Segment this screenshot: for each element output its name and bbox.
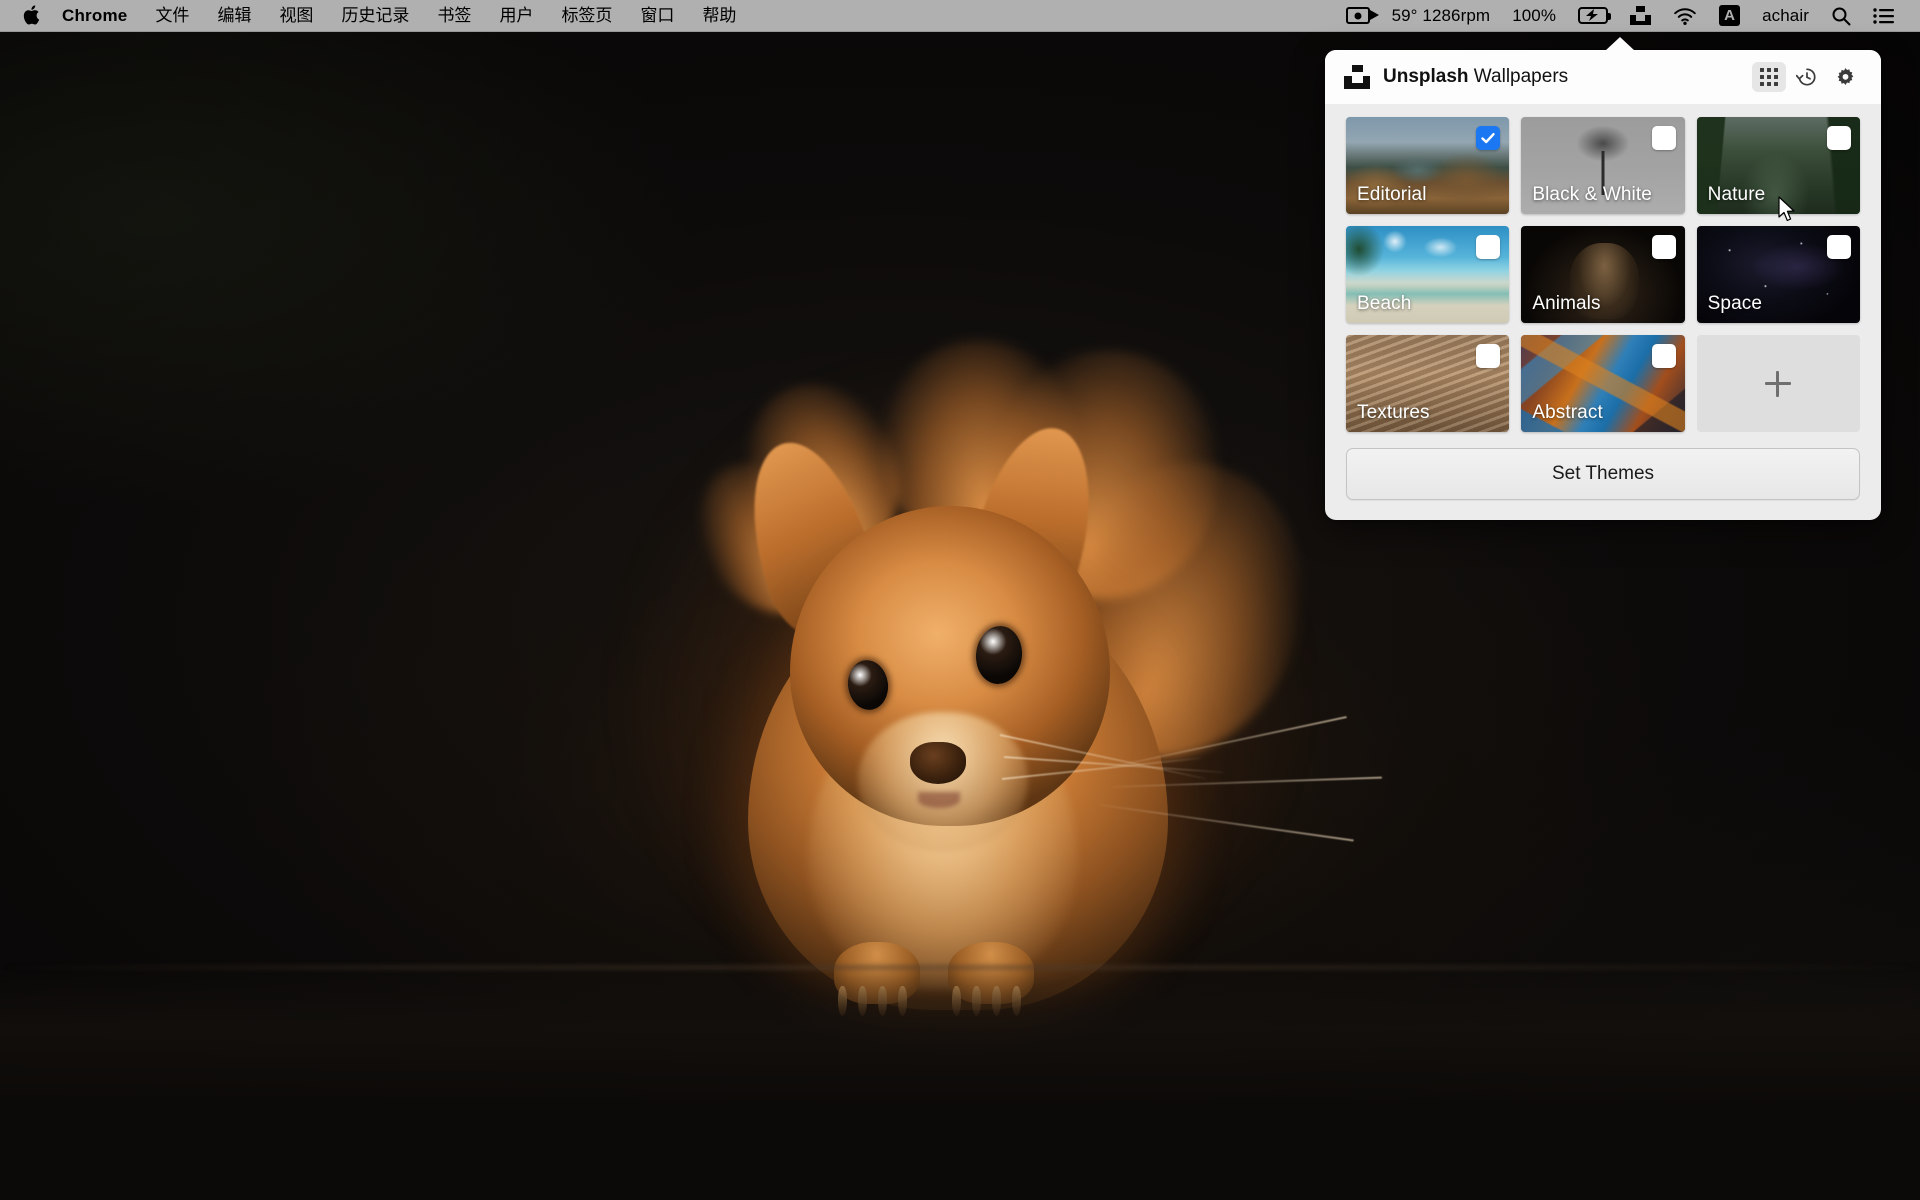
theme-checkbox[interactable] bbox=[1651, 235, 1676, 259]
theme-label: Animals bbox=[1532, 293, 1601, 314]
wallpaper-squirrel bbox=[580, 328, 1382, 1016]
plus-icon bbox=[1765, 370, 1792, 397]
set-themes-button[interactable]: Set Themes bbox=[1346, 448, 1860, 500]
menu-bar-status-items: 59° 1286rpm 100% A achair bbox=[1335, 4, 1906, 28]
search-icon[interactable] bbox=[1820, 4, 1862, 28]
theme-label: Space bbox=[1707, 293, 1763, 314]
menu-item-file[interactable]: 文件 bbox=[141, 4, 203, 28]
check-icon bbox=[1481, 132, 1496, 144]
unsplash-logo-icon bbox=[1344, 65, 1370, 89]
menu-item-edit[interactable]: 编辑 bbox=[203, 4, 265, 28]
brand-name: Unsplash bbox=[1383, 66, 1469, 87]
menu-item-tab[interactable]: 标签页 bbox=[547, 4, 626, 28]
grid-icon bbox=[1760, 68, 1778, 86]
theme-tile-editorial[interactable]: Editorial bbox=[1346, 117, 1510, 214]
theme-checkbox[interactable] bbox=[1476, 344, 1501, 368]
macos-menu-bar: Chrome 文件 编辑 视图 历史记录 书签 用户 标签页 窗口 帮助 59°… bbox=[0, 0, 1920, 32]
theme-tile-abstract[interactable]: Abstract bbox=[1521, 335, 1685, 432]
popover-title: Unsplash Wallpapers bbox=[1383, 66, 1568, 88]
theme-label: Abstract bbox=[1532, 402, 1603, 423]
menu-item-help[interactable]: 帮助 bbox=[688, 4, 750, 28]
history-button[interactable] bbox=[1790, 62, 1824, 92]
battery-percent-label[interactable]: 100% bbox=[1501, 4, 1567, 28]
theme-checkbox[interactable] bbox=[1476, 235, 1501, 259]
menu-item-history[interactable]: 历史记录 bbox=[327, 4, 423, 28]
popover-arrow bbox=[1605, 37, 1635, 51]
unsplash-menubar-icon[interactable] bbox=[1619, 4, 1662, 28]
theme-checkbox[interactable] bbox=[1826, 235, 1851, 259]
theme-checkbox[interactable] bbox=[1651, 344, 1676, 368]
gear-icon bbox=[1837, 67, 1853, 85]
grid-view-button[interactable] bbox=[1752, 62, 1786, 92]
fan-temp-status[interactable]: 59° 1286rpm bbox=[1381, 4, 1502, 28]
theme-checkbox[interactable] bbox=[1826, 126, 1851, 150]
popover-footer: Set Themes bbox=[1325, 432, 1881, 500]
unsplash-wallpapers-popover: Unsplash Wallpapers Editorial Black & Wh… bbox=[1325, 37, 1881, 520]
popover-header-actions bbox=[1752, 62, 1862, 92]
menu-item-profiles[interactable]: 用户 bbox=[485, 4, 547, 28]
menu-item-view[interactable]: 视图 bbox=[265, 4, 327, 28]
menu-item-chrome[interactable]: Chrome bbox=[48, 4, 141, 28]
input-source-icon[interactable]: A bbox=[1708, 4, 1751, 28]
theme-label: Black & White bbox=[1532, 184, 1652, 205]
popover-header: Unsplash Wallpapers bbox=[1325, 50, 1881, 104]
brand-suffix: Wallpapers bbox=[1468, 66, 1569, 87]
theme-label: Beach bbox=[1357, 293, 1412, 314]
menu-bar-app-menus: Chrome 文件 编辑 视图 历史记录 书签 用户 标签页 窗口 帮助 bbox=[14, 4, 750, 28]
theme-label: Nature bbox=[1707, 184, 1766, 205]
theme-checkbox[interactable] bbox=[1651, 126, 1676, 150]
theme-tile-beach[interactable]: Beach bbox=[1346, 226, 1510, 323]
apple-logo-icon[interactable] bbox=[14, 4, 48, 27]
theme-tile-black-and-white[interactable]: Black & White bbox=[1521, 117, 1685, 214]
wallpaper-ground bbox=[0, 968, 1920, 1200]
theme-label: Editorial bbox=[1357, 184, 1427, 205]
theme-tile-textures[interactable]: Textures bbox=[1346, 335, 1510, 432]
wifi-icon[interactable] bbox=[1662, 4, 1708, 28]
theme-grid: Editorial Black & White Nature Beach Ani… bbox=[1325, 104, 1881, 432]
tree-graphic bbox=[1565, 125, 1640, 191]
theme-checkbox[interactable] bbox=[1476, 126, 1501, 150]
menu-item-bookmarks[interactable]: 书签 bbox=[423, 4, 485, 28]
squirrel-nose bbox=[910, 742, 966, 784]
user-name-label[interactable]: achair bbox=[1751, 4, 1820, 28]
screen-recording-icon[interactable] bbox=[1335, 4, 1381, 28]
theme-label: Textures bbox=[1357, 402, 1430, 423]
settings-button[interactable] bbox=[1828, 62, 1862, 92]
battery-charging-icon[interactable] bbox=[1567, 4, 1619, 28]
theme-tile-animals[interactable]: Animals bbox=[1521, 226, 1685, 323]
menu-item-window[interactable]: 窗口 bbox=[626, 4, 688, 28]
squirrel-mouth bbox=[918, 792, 960, 808]
theme-tile-nature[interactable]: Nature bbox=[1696, 117, 1860, 214]
add-theme-tile[interactable] bbox=[1696, 335, 1860, 432]
control-center-icon[interactable] bbox=[1862, 4, 1906, 28]
theme-tile-space[interactable]: Space bbox=[1696, 226, 1860, 323]
history-clock-icon bbox=[1796, 68, 1816, 86]
